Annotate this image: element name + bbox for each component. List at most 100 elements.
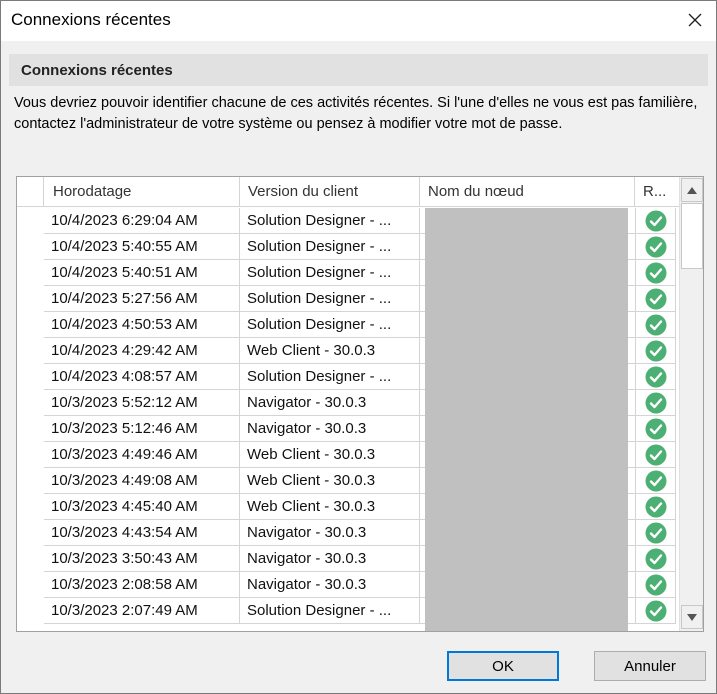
timestamp-cell: 10/3/2023 4:43:54 AM [44,520,240,546]
result-cell [635,286,676,312]
timestamp-cell: 10/3/2023 4:45:40 AM [44,494,240,520]
check-circle-icon [645,574,666,595]
row-header[interactable] [17,208,44,234]
result-cell [635,208,676,234]
client-version-cell: Web Client - 30.0.3 [240,494,420,520]
timestamp-cell: 10/4/2023 6:29:04 AM [44,208,240,234]
client-version-cell: Solution Designer - ... [240,260,420,286]
client-version-cell: Web Client - 30.0.3 [240,468,420,494]
table-header: Horodatage Version du client Nom du nœud… [17,177,680,207]
row-header[interactable] [17,416,44,442]
check-circle-icon [645,470,666,491]
scroll-up-button[interactable] [681,178,703,202]
result-cell [635,546,676,572]
check-circle-icon [645,210,666,231]
title-bar: Connexions récentes [1,1,716,41]
client-version-cell: Solution Designer - ... [240,312,420,338]
window-title: Connexions récentes [11,10,171,29]
column-header-result[interactable]: R... [635,177,680,207]
row-header[interactable] [17,520,44,546]
check-circle-icon [645,392,666,413]
client-version-cell: Solution Designer - ... [240,286,420,312]
cancel-button[interactable]: Annuler [594,651,706,681]
result-cell [635,338,676,364]
client-version-cell: Navigator - 30.0.3 [240,520,420,546]
scroll-down-button[interactable] [681,605,703,629]
result-cell [635,260,676,286]
result-cell [635,364,676,390]
timestamp-cell: 10/3/2023 4:49:08 AM [44,468,240,494]
check-circle-icon [645,522,666,543]
timestamp-cell: 10/3/2023 5:12:46 AM [44,416,240,442]
result-cell [635,312,676,338]
client-version-cell: Solution Designer - ... [240,208,420,234]
row-header[interactable] [17,338,44,364]
row-header[interactable] [17,260,44,286]
row-header[interactable] [17,468,44,494]
row-header[interactable] [17,312,44,338]
column-header-timestamp[interactable]: Horodatage [44,177,240,207]
row-header[interactable] [17,390,44,416]
result-cell [635,572,676,598]
timestamp-cell: 10/4/2023 4:50:53 AM [44,312,240,338]
row-header[interactable] [17,442,44,468]
close-icon [688,13,702,27]
row-header[interactable] [17,572,44,598]
recent-connections-dialog: Connexions récentes Connexions récentes … [0,0,717,694]
client-version-cell: Web Client - 30.0.3 [240,338,420,364]
timestamp-cell: 10/3/2023 3:50:43 AM [44,546,240,572]
close-button[interactable] [680,5,710,35]
client-version-cell: Navigator - 30.0.3 [240,572,420,598]
description-text: Vous devriez pouvoir identifier chacune … [14,95,698,132]
client-version-cell: Navigator - 30.0.3 [240,390,420,416]
row-header[interactable] [17,286,44,312]
section-title: Connexions récentes [21,62,173,79]
check-circle-icon [645,262,666,283]
result-cell [635,598,676,624]
check-circle-icon [645,340,666,361]
check-circle-icon [645,236,666,257]
section-header: Connexions récentes [9,54,708,86]
client-version-cell: Solution Designer - ... [240,598,420,624]
client-version-cell: Solution Designer - ... [240,364,420,390]
timestamp-cell: 10/4/2023 5:40:51 AM [44,260,240,286]
check-circle-icon [645,366,666,387]
timestamp-cell: 10/4/2023 5:40:55 AM [44,234,240,260]
row-header[interactable] [17,494,44,520]
row-header[interactable] [17,546,44,572]
check-circle-icon [645,600,666,621]
timestamp-cell: 10/3/2023 2:07:49 AM [44,598,240,624]
check-circle-icon [645,444,666,465]
client-version-cell: Solution Designer - ... [240,234,420,260]
triangle-down-icon [687,613,697,621]
check-circle-icon [645,548,666,569]
scrollbar-thumb[interactable] [681,203,703,269]
row-header[interactable] [17,364,44,390]
vertical-scrollbar[interactable] [679,177,703,631]
result-cell [635,416,676,442]
connections-table: Horodatage Version du client Nom du nœud… [16,176,704,632]
row-header[interactable] [17,234,44,260]
check-circle-icon [645,496,666,517]
column-header-client-version[interactable]: Version du client [240,177,420,207]
timestamp-cell: 10/3/2023 4:49:46 AM [44,442,240,468]
check-circle-icon [645,314,666,335]
result-cell [635,520,676,546]
timestamp-cell: 10/4/2023 4:08:57 AM [44,364,240,390]
result-cell [635,390,676,416]
triangle-up-icon [687,186,697,194]
client-version-cell: Navigator - 30.0.3 [240,416,420,442]
timestamp-cell: 10/4/2023 5:27:56 AM [44,286,240,312]
timestamp-cell: 10/3/2023 5:52:12 AM [44,390,240,416]
result-cell [635,468,676,494]
result-cell [635,442,676,468]
ok-button[interactable]: OK [447,651,559,681]
row-header[interactable] [17,598,44,624]
client-version-cell: Navigator - 30.0.3 [240,546,420,572]
check-circle-icon [645,418,666,439]
redacted-node-names [425,208,628,631]
timestamp-cell: 10/3/2023 2:08:58 AM [44,572,240,598]
result-cell [635,494,676,520]
column-header-node-name[interactable]: Nom du nœud [420,177,635,207]
timestamp-cell: 10/4/2023 4:29:42 AM [44,338,240,364]
